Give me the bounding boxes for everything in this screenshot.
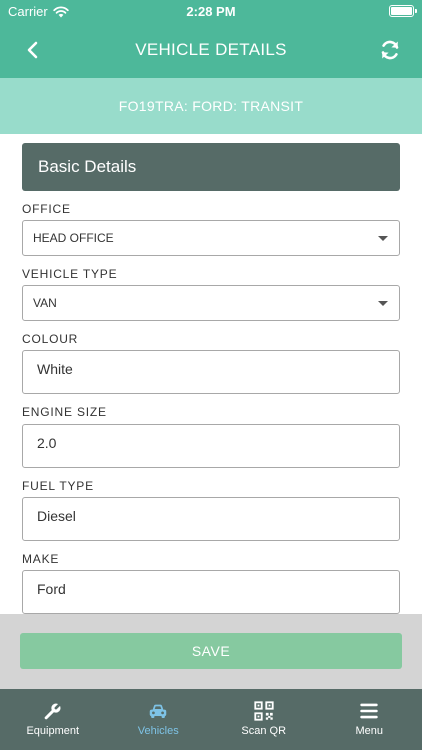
tab-vehicles[interactable]: Vehicles [106,689,212,750]
vehicle-type-value: VAN [33,296,57,310]
office-select[interactable]: HEAD OFFICE [22,220,400,256]
tab-menu[interactable]: Menu [317,689,422,750]
form-scroll-area[interactable]: Basic Details OFFICE HEAD OFFICE VEHICLE… [0,134,422,614]
refresh-button[interactable] [376,36,404,64]
save-button[interactable]: SAVE [20,633,402,669]
wrench-icon [44,701,63,720]
colour-label: COLOUR [22,332,79,346]
make-label: MAKE [22,552,60,566]
battery-icon [389,5,417,17]
office-value: HEAD OFFICE [33,231,114,245]
tab-menu-label: Menu [355,725,384,737]
save-bar: SAVE [0,614,422,689]
page-title: VEHICLE DETAILS [135,40,287,59]
tab-vehicles-label: Vehicles [137,725,179,737]
engine-size-input[interactable]: 2.0 [22,424,400,468]
office-label: OFFICE [22,202,71,216]
vehicle-type-select[interactable]: VAN [22,285,400,321]
vehicle-type-label: VEHICLE TYPE [22,267,118,281]
fuel-type-label: FUEL TYPE [22,479,94,493]
fuel-type-input[interactable]: Diesel [22,497,400,541]
nav-bar: VEHICLE DETAILS [0,22,422,78]
vehicle-identifier-banner: FO19TRA: FORD: TRANSIT [0,78,422,134]
tab-equipment[interactable]: Equipment [0,689,106,750]
tab-scan-qr[interactable]: Scan QR [211,689,317,750]
car-icon [150,704,167,718]
qr-code-icon [254,701,274,721]
refresh-icon [381,40,399,60]
tab-scan-qr-label: Scan QR [241,725,287,737]
caret-down-icon [378,301,388,306]
caret-down-icon [378,236,388,241]
make-input[interactable]: Ford [22,570,400,614]
hamburger-menu-icon [360,703,378,719]
engine-size-label: ENGINE SIZE [22,405,107,419]
tab-equipment-label: Equipment [26,725,80,737]
colour-input[interactable]: White [22,350,400,394]
status-time: 2:28 PM [186,4,236,19]
status-bar: Carrier 2:28 PM [0,0,422,22]
tab-bar: Equipment Vehicles Scan QR Menu [0,689,422,750]
section-header: Basic Details [22,143,400,191]
